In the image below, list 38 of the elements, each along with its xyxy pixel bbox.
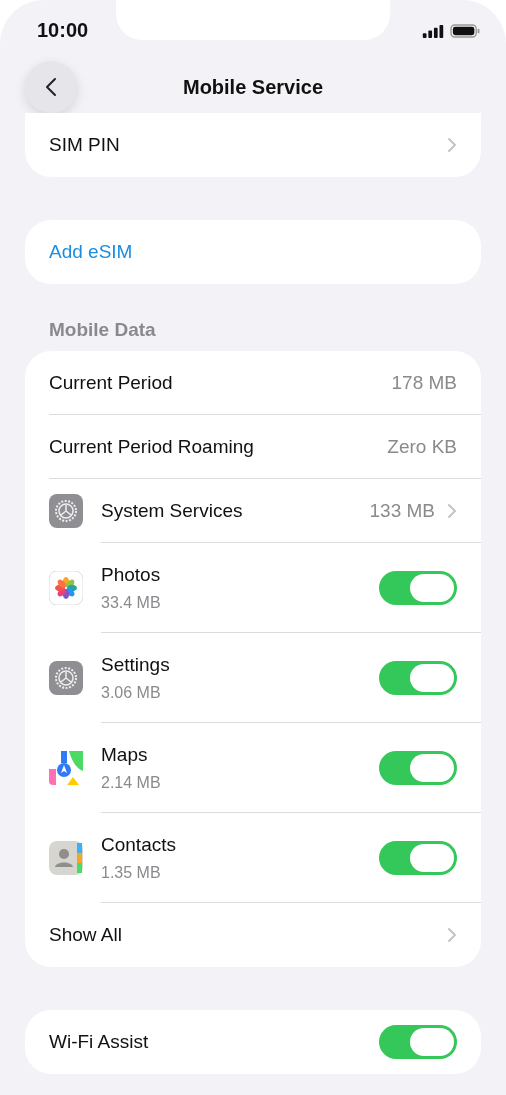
gear-icon bbox=[49, 494, 83, 528]
map-icon bbox=[49, 751, 83, 785]
row-label: Photos bbox=[101, 563, 161, 586]
section-header: Mobile Data bbox=[48, 319, 157, 342]
back-button[interactable] bbox=[25, 61, 77, 113]
contact-card-icon bbox=[49, 841, 83, 875]
usage-text: 33.4 MB bbox=[101, 593, 161, 612]
row-label: Current Period Roaming bbox=[49, 435, 254, 458]
row-label: System Services bbox=[101, 499, 243, 522]
gear-icon bbox=[49, 661, 83, 695]
usage-text: 1.35 MB bbox=[101, 863, 162, 882]
chevron-right-icon bbox=[447, 502, 457, 519]
signal-icon bbox=[422, 24, 444, 38]
battery-icon bbox=[450, 24, 480, 38]
row-label: Wi-Fi Assist bbox=[49, 1031, 149, 1053]
screen-title: Mobile Service bbox=[181, 75, 325, 99]
toggle-switch[interactable] bbox=[379, 1025, 457, 1059]
chevron-right-icon bbox=[447, 137, 457, 153]
usage-text: 3.06 MB bbox=[101, 683, 162, 702]
value-text: Zero KB bbox=[387, 435, 457, 458]
chevron-right-icon bbox=[447, 927, 457, 943]
add-esim-link[interactable]: Add eSIM bbox=[49, 241, 481, 263]
row-label[interactable]: SIM PIN bbox=[49, 134, 447, 156]
row-label: Current Period bbox=[49, 371, 173, 394]
row-label: Settings bbox=[101, 653, 170, 676]
toggle-switch[interactable] bbox=[379, 750, 457, 785]
row-label: Show All bbox=[49, 924, 122, 946]
row-label: Maps bbox=[101, 743, 149, 766]
usage-text: 2.14 MB bbox=[101, 773, 161, 792]
toggle-switch[interactable] bbox=[379, 660, 457, 695]
row-label: Contacts bbox=[101, 833, 176, 856]
value-text: 133 MB bbox=[369, 499, 435, 522]
time-label: 10:00 bbox=[37, 19, 89, 42]
flower-icon bbox=[49, 571, 83, 605]
toggle-switch[interactable] bbox=[379, 570, 457, 605]
value-text: 178 MB bbox=[391, 371, 457, 394]
toggle-switch[interactable] bbox=[379, 840, 457, 875]
chevron-left-icon bbox=[45, 77, 57, 97]
